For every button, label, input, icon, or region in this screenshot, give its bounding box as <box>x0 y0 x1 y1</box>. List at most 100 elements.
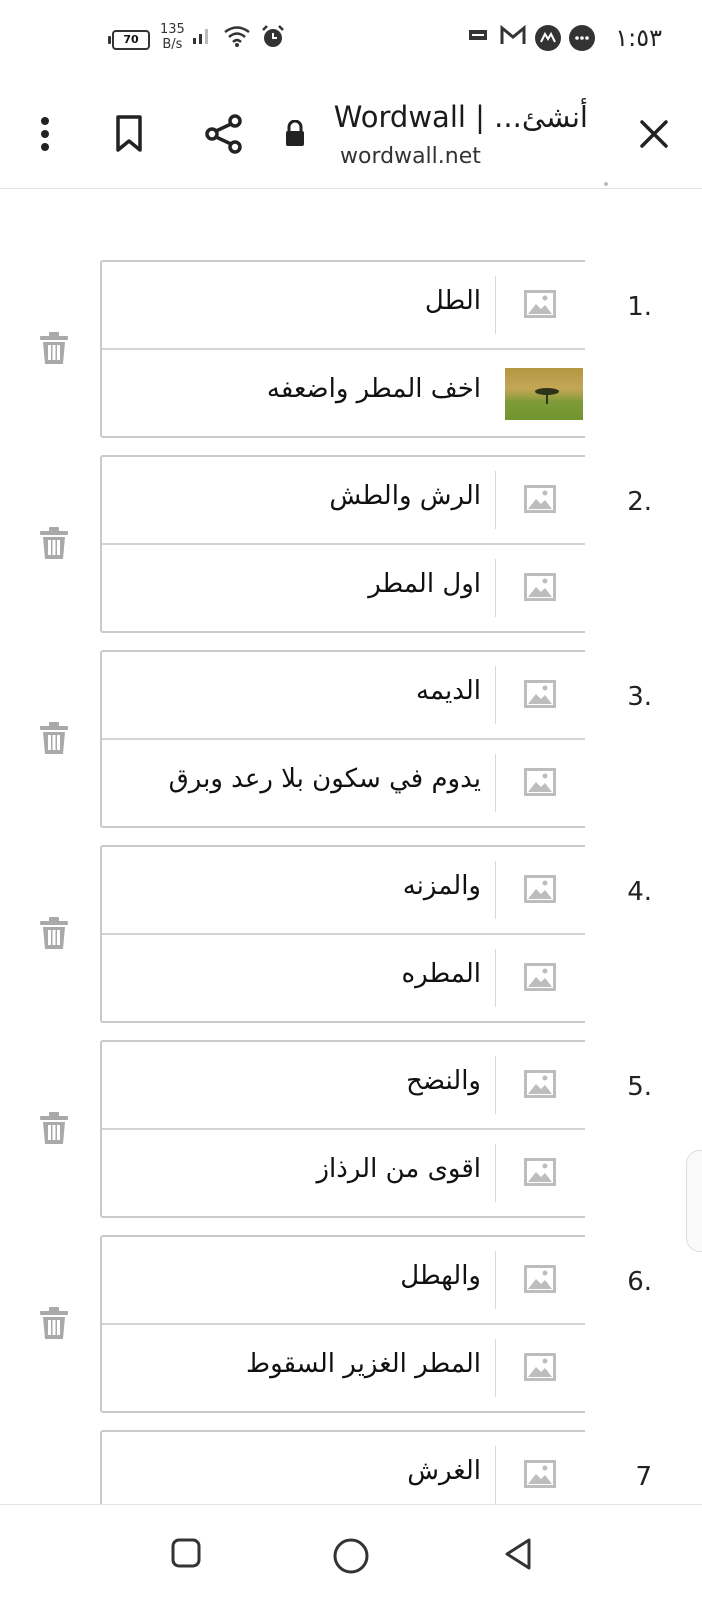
definition-input[interactable]: يدوم في سكون بلا رعد وبرق <box>169 764 481 794</box>
custom-tab-toolbar: أنشئ... | Wordwall wordwall.net <box>0 84 702 189</box>
image-placeholder-icon <box>524 1353 556 1381</box>
item-number: 2. <box>627 487 652 517</box>
definition-row: اخف المطر واضعفه <box>102 350 585 436</box>
trash-icon[interactable] <box>40 1112 68 1144</box>
home-icon[interactable] <box>332 1537 370 1575</box>
list-item: 2. الرش والطش اول المطر <box>0 455 702 635</box>
wifi-icon <box>224 26 250 47</box>
keyword-input[interactable]: الديمه <box>416 676 481 706</box>
add-image-button[interactable] <box>495 1130 585 1216</box>
list-item: 5. والنضح اقوى من الرذاز <box>0 1040 702 1220</box>
item-number: 4. <box>627 877 652 907</box>
add-image-button[interactable] <box>495 545 585 631</box>
edge-panel-handle[interactable] <box>686 1150 702 1252</box>
definition-input[interactable]: اول المطر <box>368 569 481 599</box>
keyword-input[interactable]: الرش والطش <box>329 481 481 511</box>
trash-icon[interactable] <box>40 332 68 364</box>
separator <box>495 1056 496 1114</box>
recents-icon[interactable] <box>170 1537 202 1569</box>
keyword-row: والهطل <box>102 1237 585 1325</box>
item-number: 1. <box>627 292 652 322</box>
alarm-icon <box>262 25 284 47</box>
add-image-button[interactable] <box>495 1237 585 1323</box>
item-number: 3. <box>627 682 652 712</box>
add-image-button[interactable] <box>495 457 585 543</box>
definition-row: اقوى من الرذاز <box>102 1130 585 1216</box>
list-item: 6. والهطل المطر الغزير السقوط <box>0 1235 702 1415</box>
item-card: والمزنه المطره <box>100 845 585 1023</box>
add-image-button[interactable] <box>495 1325 585 1411</box>
definition-input[interactable]: اقوى من الرذاز <box>316 1154 481 1184</box>
add-image-button[interactable] <box>495 1042 585 1128</box>
gmail-icon <box>500 24 526 44</box>
list-item: 7 الغرش <box>0 1430 702 1504</box>
item-list: 1. الطل اخف المطر واضعفه 2. الرش والطش ا… <box>0 190 702 1504</box>
add-image-button[interactable] <box>495 652 585 738</box>
image-placeholder-icon <box>524 1070 556 1098</box>
add-image-button[interactable] <box>495 847 585 933</box>
system-navigation-bar <box>0 1504 702 1601</box>
keyword-input[interactable]: والمزنه <box>403 871 481 901</box>
list-item: 1. الطل اخف المطر واضعفه <box>0 260 702 440</box>
item-card: الطل اخف المطر واضعفه <box>100 260 585 438</box>
keyword-input[interactable]: والنضح <box>406 1066 481 1096</box>
item-card: والهطل المطر الغزير السقوط <box>100 1235 585 1413</box>
keyword-row: الغرش <box>102 1432 585 1504</box>
keyword-input[interactable]: الغرش <box>407 1456 481 1486</box>
item-number: 7 <box>635 1462 652 1492</box>
add-image-button[interactable] <box>495 262 585 348</box>
separator <box>495 276 496 334</box>
trash-icon[interactable] <box>40 527 68 559</box>
keyword-row: الطل <box>102 262 585 350</box>
add-image-button[interactable] <box>495 935 585 1021</box>
trash-icon[interactable] <box>40 722 68 754</box>
keyword-row: والمزنه <box>102 847 585 935</box>
separator <box>495 1144 496 1202</box>
add-image-button[interactable] <box>495 1432 585 1504</box>
image-placeholder-icon <box>524 573 556 601</box>
clock: ١:٥٣ <box>615 24 662 52</box>
definition-input[interactable]: اخف المطر واضعفه <box>267 374 481 404</box>
list-item: 3. الديمه يدوم في سكون بلا رعد وبرق <box>0 650 702 830</box>
item-card: الديمه يدوم في سكون بلا رعد وبرق <box>100 650 585 828</box>
separator <box>495 1446 496 1504</box>
separator <box>495 559 496 617</box>
signal-icon <box>193 29 208 44</box>
landscape-thumbnail <box>505 368 583 420</box>
image-placeholder-icon <box>524 680 556 708</box>
separator <box>495 754 496 812</box>
definition-image[interactable] <box>495 350 585 436</box>
more-options-icon[interactable] <box>30 114 60 154</box>
keyword-row: والنضح <box>102 1042 585 1130</box>
keyword-input[interactable]: والهطل <box>400 1261 481 1291</box>
tree-trunk <box>546 393 548 404</box>
trash-icon[interactable] <box>40 917 68 949</box>
item-number: 5. <box>627 1072 652 1102</box>
image-placeholder-icon <box>524 768 556 796</box>
back-icon[interactable] <box>502 1537 534 1571</box>
definition-input[interactable]: المطره <box>402 959 481 989</box>
message-icon <box>469 30 487 40</box>
keyword-row: الديمه <box>102 652 585 740</box>
share-icon[interactable] <box>204 114 244 154</box>
page-url[interactable]: wordwall.net <box>340 144 481 169</box>
image-placeholder-icon <box>524 1460 556 1488</box>
image-placeholder-icon <box>524 1158 556 1186</box>
definition-row: اول المطر <box>102 545 585 631</box>
keyword-input[interactable]: الطل <box>425 286 481 316</box>
scroll-marker <box>604 182 608 186</box>
definition-row: المطره <box>102 935 585 1021</box>
add-image-button[interactable] <box>495 740 585 826</box>
item-card: الغرش <box>100 1430 585 1504</box>
item-number: 6. <box>627 1267 652 1297</box>
bookmark-icon[interactable] <box>114 114 144 154</box>
separator <box>495 949 496 1007</box>
definition-row: المطر الغزير السقوط <box>102 1325 585 1411</box>
separator <box>495 666 496 724</box>
list-item: 4. والمزنه المطره <box>0 845 702 1025</box>
status-bar: 70 135 B/s ١:٥٣ <box>0 0 702 80</box>
trash-icon[interactable] <box>40 1307 68 1339</box>
definition-input[interactable]: المطر الغزير السقوط <box>246 1349 481 1379</box>
separator <box>495 471 496 529</box>
close-icon[interactable] <box>632 112 676 156</box>
